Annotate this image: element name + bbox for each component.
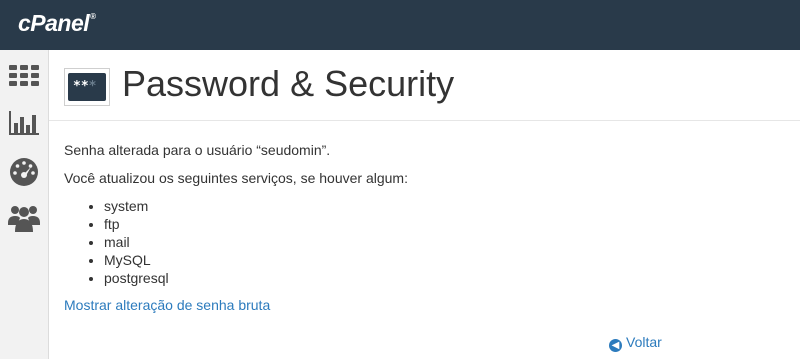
password-icon-cursor: * — [88, 79, 97, 94]
grid-icon — [9, 65, 39, 86]
back-label: Voltar — [626, 334, 662, 350]
page-title: Password & Security — [122, 63, 455, 104]
success-message: Senha alterada para o usuário “seudomin”… — [64, 142, 331, 158]
sidebar-item-dashboard[interactable] — [6, 154, 42, 188]
sidebar-item-users[interactable] — [6, 201, 42, 235]
list-item: ftp — [104, 215, 169, 233]
list-item: system — [104, 197, 169, 215]
sidebar — [0, 50, 49, 359]
main-content: *** Password & Security Senha alterada p… — [49, 50, 800, 359]
sidebar-item-statistics[interactable] — [6, 107, 42, 141]
password-icon: *** — [64, 68, 110, 106]
password-icon-stars: ** — [73, 79, 89, 94]
bar-chart-icon — [9, 111, 39, 135]
services-list: system ftp mail MySQL postgresql — [64, 197, 169, 287]
trademark-mark: ® — [90, 12, 96, 22]
dashboard-gauge-icon — [10, 158, 38, 186]
list-item: MySQL — [104, 251, 169, 269]
show-raw-change-link[interactable]: Mostrar alteração de senha bruta — [64, 297, 270, 313]
users-icon — [8, 206, 40, 232]
arrow-left-circle-icon: ◀ — [609, 339, 622, 352]
logo-text: cPanel — [18, 10, 90, 36]
cpanel-logo[interactable]: cPanel® — [18, 10, 96, 37]
sidebar-item-tools[interactable] — [6, 61, 42, 95]
list-item: mail — [104, 233, 169, 251]
list-item: postgresql — [104, 269, 169, 287]
password-icon-screen: *** — [68, 73, 106, 101]
back-link[interactable]: ◀ Voltar — [609, 334, 662, 352]
top-bar: cPanel® — [0, 0, 800, 50]
header-divider — [49, 120, 800, 121]
services-intro: Você atualizou os seguintes serviços, se… — [64, 170, 408, 186]
